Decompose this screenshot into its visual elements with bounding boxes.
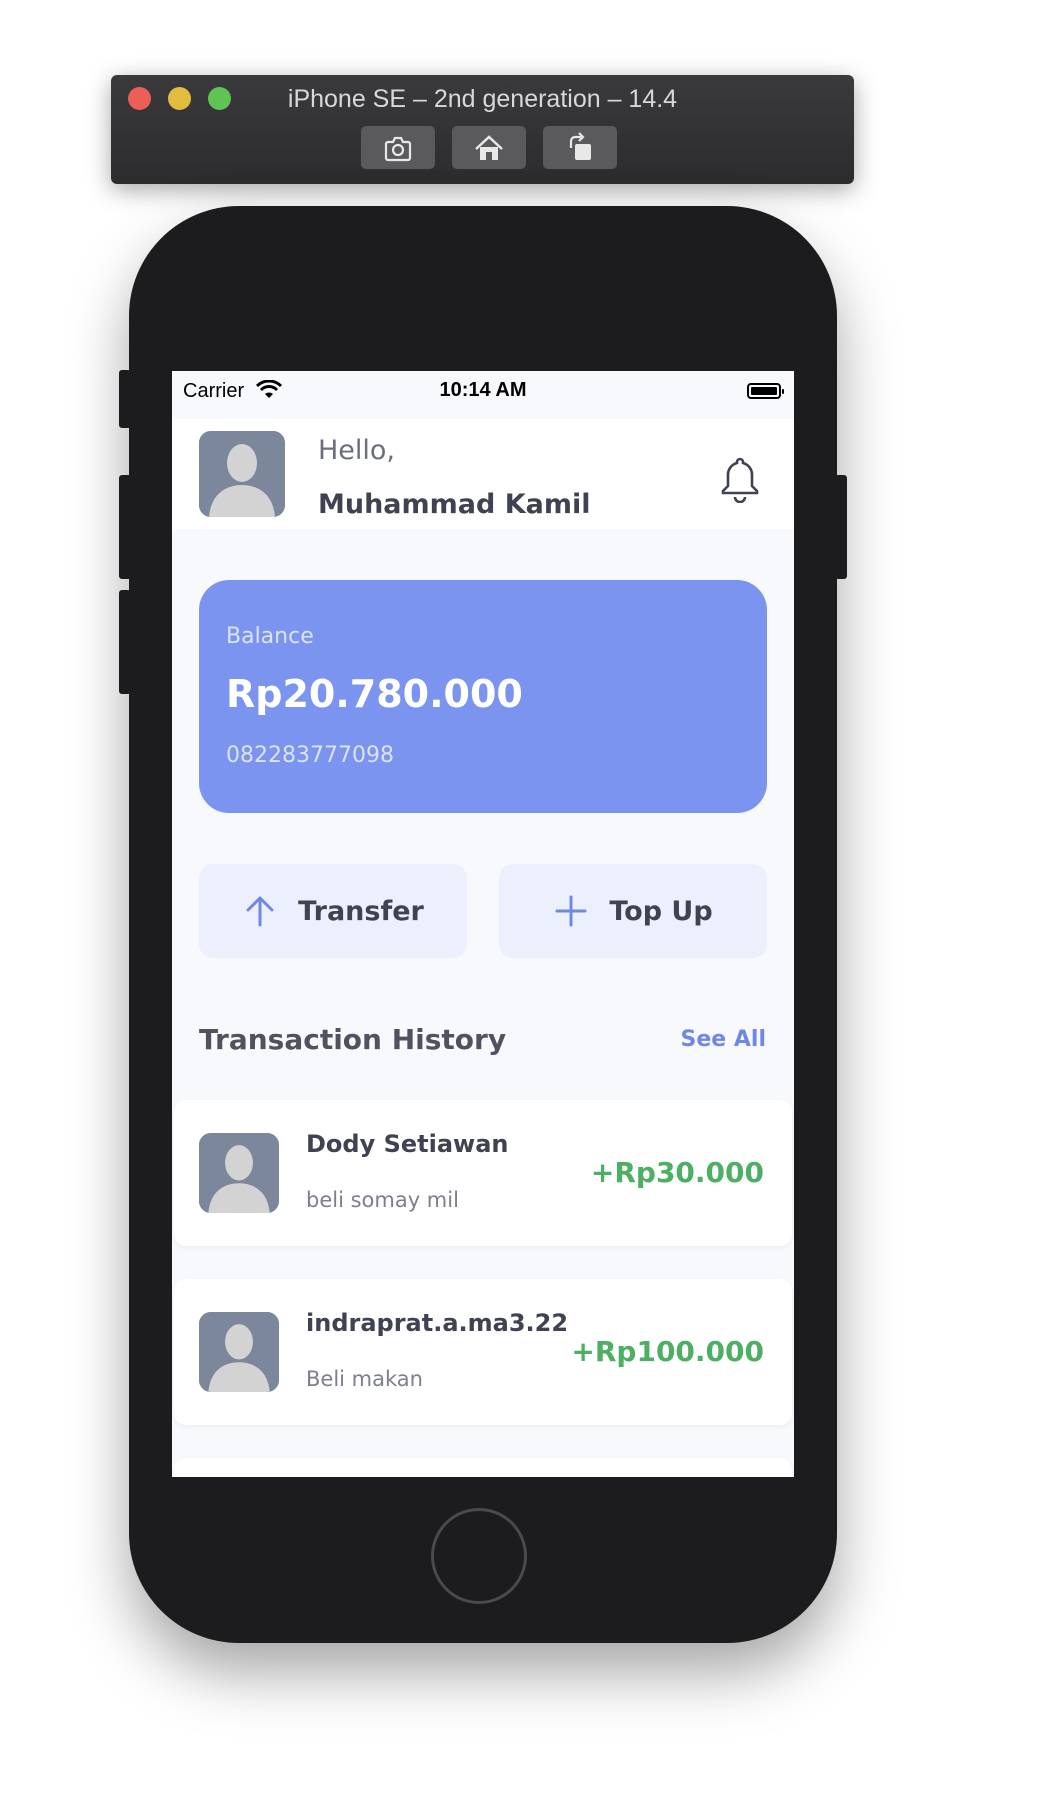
balance-label: Balance (226, 624, 314, 649)
transaction-note: beli somay mil (306, 1188, 459, 1212)
transaction-row[interactable]: indraprat.a.ma3.22... Beli makan +Rp100.… (174, 1279, 792, 1425)
clock: 10:14 AM (439, 379, 527, 401)
transfer-label: Transfer (298, 895, 424, 927)
status-bar: Carrier 10:14 AM (172, 371, 794, 415)
simulator-title: iPhone SE – 2nd generation – 14.4 (287, 85, 678, 113)
rotate-icon (569, 131, 591, 160)
bell-icon[interactable] (718, 455, 762, 503)
top-up-button[interactable]: Top Up (499, 864, 767, 958)
transaction-name: Dody Setiawan (306, 1130, 509, 1158)
transaction-row-partial[interactable] (174, 1458, 792, 1477)
app-screen: Carrier 10:14 AM Hello, Muhammad Kamil B… (172, 371, 794, 1477)
top-up-label: Top Up (609, 895, 713, 927)
user-name: Muhammad Kamil (318, 489, 591, 520)
account-phone-number: 082283777098 (226, 743, 394, 768)
greeting-text: Hello, (318, 435, 396, 466)
power-button (835, 475, 847, 579)
profile-header: Hello, Muhammad Kamil (172, 419, 794, 529)
person-silhouette-icon (199, 1312, 279, 1392)
transaction-avatar (199, 1312, 279, 1392)
simulator-toolbar: iPhone SE – 2nd generation – 14.4 (111, 75, 854, 184)
transfer-button[interactable]: Transfer (199, 864, 467, 958)
transaction-avatar (199, 1133, 279, 1213)
hardware-home-button[interactable] (431, 1508, 527, 1604)
transaction-history-title: Transaction History (199, 1023, 507, 1056)
user-avatar[interactable] (199, 431, 285, 517)
battery-icon (747, 383, 784, 399)
transaction-amount: +Rp100.000 (571, 1335, 764, 1368)
volume-up-button (119, 475, 131, 579)
person-silhouette-icon (199, 431, 285, 517)
transaction-name: indraprat.a.ma3.22... (306, 1309, 566, 1337)
transaction-note: Beli makan (306, 1367, 423, 1391)
volume-down-button (119, 590, 131, 694)
balance-card[interactable]: Balance Rp20.780.000 082283777098 (199, 580, 767, 813)
person-silhouette-icon (199, 1133, 279, 1213)
transaction-row[interactable]: Dody Setiawan beli somay mil +Rp30.000 (174, 1100, 792, 1246)
arrow-up-icon (246, 896, 274, 927)
home-button-toolbar[interactable] (452, 126, 526, 169)
camera-icon (384, 136, 412, 161)
screenshot-button[interactable] (361, 126, 435, 169)
transaction-amount: +Rp30.000 (590, 1156, 764, 1189)
plus-icon (555, 895, 587, 927)
mute-switch (119, 370, 131, 428)
home-icon (475, 134, 503, 160)
balance-amount: Rp20.780.000 (226, 672, 523, 716)
rotate-button[interactable] (543, 126, 617, 169)
see-all-link[interactable]: See All (681, 1027, 766, 1052)
